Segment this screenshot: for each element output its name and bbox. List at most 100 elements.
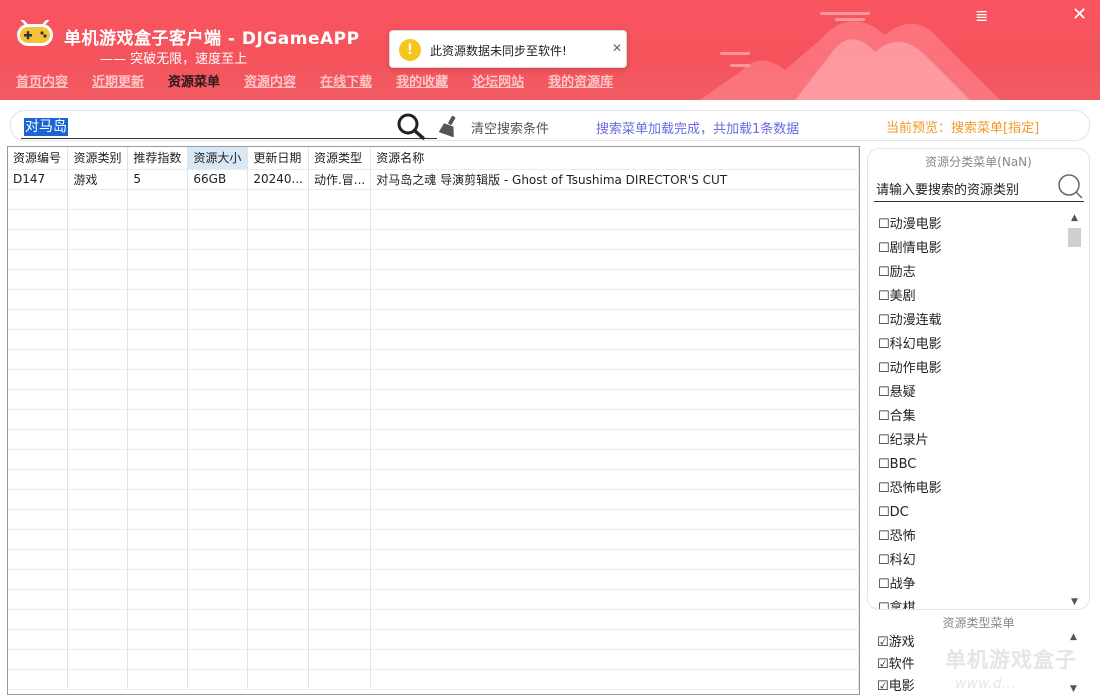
empty-cell (308, 669, 372, 690)
empty-cell (127, 349, 189, 370)
empty-cell (370, 489, 859, 510)
search-icon[interactable] (396, 112, 426, 140)
col-header-size[interactable]: 资源大小 (187, 147, 249, 170)
nav-my-library[interactable]: 我的资源库 (548, 71, 613, 90)
empty-cell (67, 609, 129, 630)
empty-cell (67, 369, 129, 390)
empty-cell (308, 529, 372, 550)
category-checkbox-item[interactable]: ☐战争 (878, 573, 1068, 597)
category-search-icon[interactable] (1056, 173, 1084, 199)
category-checkbox-item[interactable]: ☐动作电影 (878, 357, 1068, 381)
empty-cell (308, 329, 372, 350)
empty-cell (127, 369, 189, 390)
empty-cell (67, 549, 129, 570)
empty-cell (67, 469, 129, 490)
category-checkbox-item[interactable]: ☐励志 (878, 261, 1068, 285)
empty-cell (308, 349, 372, 370)
category-checkbox-item[interactable]: ☐合集 (878, 405, 1068, 429)
empty-cell (67, 189, 129, 210)
scroll-up-icon[interactable]: ▲ (1067, 211, 1082, 225)
category-checkbox-item[interactable]: ☐恐怖电影 (878, 477, 1068, 501)
empty-cell (370, 309, 859, 330)
col-header-date[interactable]: 更新日期 (247, 147, 309, 170)
scroll-thumb[interactable] (1068, 228, 1081, 247)
type-scroll-down-icon[interactable]: ▼ (1066, 682, 1081, 696)
table-row-empty (8, 449, 859, 470)
empty-cell (67, 589, 129, 610)
app-title: 单机游戏盒子客户端 - DJGameAPP (64, 29, 360, 49)
empty-cell (8, 569, 69, 590)
empty-cell (67, 649, 129, 670)
type-scroll-up-icon[interactable]: ▲ (1066, 630, 1081, 644)
category-checkbox-item[interactable]: ☐动漫连载 (878, 309, 1068, 333)
table-row[interactable]: D147 游戏 5 66GB 20240... 动作.冒... 对马岛之魂 导演… (8, 169, 859, 190)
nav-resource-content[interactable]: 资源内容 (244, 71, 296, 90)
broom-icon[interactable] (438, 115, 460, 137)
category-search-input[interactable]: 请输入要搜索的资源类别 (876, 179, 1019, 198)
empty-cell (187, 509, 249, 530)
category-checkbox-item[interactable]: ☐DC (878, 501, 1068, 525)
empty-cell (370, 369, 859, 390)
col-header-rating[interactable]: 推荐指数 (127, 147, 189, 170)
nav-resource-menu[interactable]: 资源菜单 (168, 71, 220, 90)
col-header-name[interactable]: 资源名称 (370, 147, 859, 170)
nav-forum-site[interactable]: 论坛网站 (472, 71, 524, 90)
category-checkbox-item[interactable]: ☐动漫电影 (878, 213, 1068, 237)
empty-cell (370, 209, 859, 230)
clear-search-button[interactable]: 清空搜索条件 (471, 118, 549, 137)
empty-cell (308, 209, 372, 230)
empty-cell (247, 429, 309, 450)
empty-cell (370, 229, 859, 250)
empty-cell (127, 289, 189, 310)
scroll-down-icon[interactable]: ▼ (1067, 595, 1082, 609)
table-row-empty (8, 509, 859, 530)
empty-cell (67, 669, 129, 690)
empty-cell (127, 469, 189, 490)
empty-cell (127, 629, 189, 650)
category-checkbox-item[interactable]: ☐纪录片 (878, 429, 1068, 453)
category-panel-title: 资源分类菜单(NaN) (925, 155, 1032, 169)
table-row-empty (8, 189, 859, 210)
empty-cell (370, 389, 859, 410)
category-checkbox-item[interactable]: ☐BBC (878, 453, 1068, 477)
resource-table-grid: 资源编号 资源类别 推荐指数 资源大小 更新日期 资源类型 资源名称 D147 … (8, 147, 859, 690)
nav-recent-updates[interactable]: 近期更新 (92, 71, 144, 90)
category-checkbox-item[interactable]: ☐恐怖 (878, 525, 1068, 549)
empty-cell (308, 429, 372, 450)
empty-cell (67, 349, 129, 370)
empty-cell (8, 669, 69, 690)
category-checkbox-item[interactable]: ☐悬疑 (878, 381, 1068, 405)
empty-cell (127, 649, 189, 670)
table-row-empty (8, 549, 859, 570)
watermark-text: 单机游戏盒子 (945, 648, 1077, 672)
col-header-type[interactable]: 资源类型 (308, 147, 372, 170)
empty-cell (8, 549, 69, 570)
table-row-empty (8, 329, 859, 350)
warning-icon: ! (399, 39, 421, 61)
category-checkbox-item[interactable]: ☐美剧 (878, 285, 1068, 309)
empty-cell (247, 269, 309, 290)
category-checkbox-item[interactable]: ☐科幻 (878, 549, 1068, 573)
toast-close-icon[interactable]: ✕ (612, 41, 622, 55)
table-row-empty (8, 389, 859, 410)
empty-cell (127, 669, 189, 690)
menu-icon[interactable]: ≣ (975, 6, 988, 25)
empty-cell (67, 229, 129, 250)
empty-cell (247, 589, 309, 610)
category-checkbox-item[interactable]: ☐拿棋 (878, 597, 1068, 609)
empty-cell (67, 249, 129, 270)
search-input[interactable]: 对马岛 (24, 118, 68, 136)
table-row-empty (8, 409, 859, 430)
col-header-id[interactable]: 资源编号 (8, 147, 69, 170)
empty-cell (370, 189, 859, 210)
close-window-icon[interactable]: ✕ (1072, 4, 1087, 25)
app-slogan: —— 突破无限，速度至上 (100, 52, 248, 67)
category-scrollbar[interactable]: ▲ ▼ (1067, 211, 1082, 609)
nav-home[interactable]: 首页内容 (16, 71, 68, 90)
col-header-category[interactable]: 资源类别 (67, 147, 129, 170)
empty-cell (308, 249, 372, 270)
nav-online-download[interactable]: 在线下载 (320, 71, 372, 90)
category-checkbox-item[interactable]: ☐科幻电影 (878, 333, 1068, 357)
category-checkbox-item[interactable]: ☐剧情电影 (878, 237, 1068, 261)
nav-my-favorites[interactable]: 我的收藏 (396, 71, 448, 90)
